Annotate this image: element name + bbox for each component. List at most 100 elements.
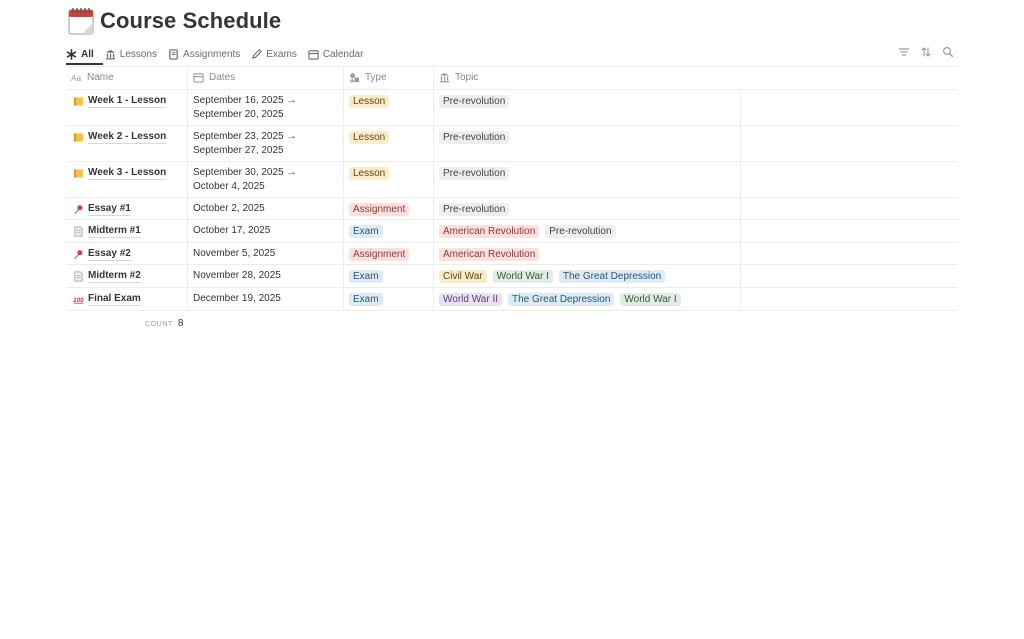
row-type[interactable]: Exam xyxy=(349,225,389,239)
tab-all[interactable]: All xyxy=(66,44,94,64)
type-tag: Lesson xyxy=(349,167,390,180)
table-row[interactable]: Midterm #1 October 17, 2025 Exam American R… xyxy=(66,220,958,243)
type-tag: Lesson xyxy=(349,131,390,144)
topic-tag: World War II xyxy=(439,293,503,306)
row-dates[interactable]: September 30, 2025 → October 4, 2025 xyxy=(193,166,296,194)
type-tag: Lesson xyxy=(349,95,390,108)
type-tag: Assignment xyxy=(349,203,410,216)
tab-lessons[interactable]: Lessons xyxy=(105,44,157,64)
topic-tag: Pre-revolution xyxy=(439,131,510,144)
column-header-topic[interactable]: Topic xyxy=(439,66,478,89)
row-dates[interactable]: September 16, 2025 → September 20, 2025 xyxy=(193,94,296,122)
row-name[interactable]: Midterm #1 xyxy=(73,225,141,238)
topic-tag: Civil War xyxy=(439,270,487,283)
topic-tag: World War I xyxy=(620,293,681,306)
column-header-name[interactable]: Aa Name xyxy=(71,66,114,89)
row-type[interactable]: Assignment xyxy=(349,203,415,217)
calendar-icon xyxy=(68,8,94,35)
page-icon xyxy=(74,226,83,237)
row-topics[interactable]: Pre-revolution xyxy=(439,95,515,109)
notebook-icon xyxy=(73,133,84,142)
row-dates[interactable]: November 28, 2025 xyxy=(193,269,281,283)
table-row[interactable]: Essay #2 November 5, 2025 Assignment Americ… xyxy=(66,243,958,265)
type-tag: Assignment xyxy=(349,248,410,261)
pencil-icon xyxy=(252,48,263,59)
row-type[interactable]: Lesson xyxy=(349,95,395,109)
svg-text:Aa: Aa xyxy=(71,74,82,83)
date-text: September 30, 2025 → xyxy=(193,167,297,178)
tab-exams[interactable]: Exams xyxy=(251,44,297,64)
date-text: December 19, 2025 xyxy=(193,293,281,304)
row-topics[interactable]: Pre-revolution xyxy=(439,167,515,181)
filter-icon[interactable] xyxy=(898,46,910,58)
notebook-icon xyxy=(73,169,84,178)
row-type[interactable]: Lesson xyxy=(349,167,395,181)
pushpin-icon xyxy=(74,205,83,214)
asterisk-icon xyxy=(66,48,77,60)
row-type[interactable]: Exam xyxy=(349,270,389,284)
topic-tag: Pre-revolution xyxy=(439,203,510,216)
row-type[interactable]: Exam xyxy=(349,293,389,307)
row-name[interactable]: Midterm #2 xyxy=(73,270,141,283)
table-row[interactable]: Week 1 - Lesson September 16, 2025 → Septe… xyxy=(66,90,958,126)
tab-assignments[interactable]: Assignments xyxy=(168,44,240,64)
calendar-icon xyxy=(193,73,204,83)
row-topics[interactable]: Pre-revolution xyxy=(439,203,515,217)
topic-tag: American Revolution xyxy=(439,225,540,238)
row-topics[interactable]: Pre-revolution xyxy=(439,131,515,145)
row-dates[interactable]: September 23, 2025 → September 27, 2025 xyxy=(193,130,296,158)
row-topics[interactable]: American Revolution Pre-revolution xyxy=(439,225,622,239)
page-title: Course Schedule xyxy=(100,8,282,33)
date-text: September 16, 2025 → xyxy=(193,95,297,106)
date-text: November 28, 2025 xyxy=(193,270,281,281)
date-text: September 23, 2025 → xyxy=(193,131,297,142)
calendar-icon xyxy=(308,49,319,60)
column-header-type[interactable]: Type xyxy=(349,66,387,89)
row-topics[interactable]: World War II The Great Depression World Wa… xyxy=(439,293,687,307)
table-row[interactable]: Week 2 - Lesson September 23, 2025 → Septe… xyxy=(66,126,958,162)
table-row[interactable]: Midterm #2 November 28, 2025 Exam Civil War… xyxy=(66,265,958,288)
table-footer-count: COUNT 8 xyxy=(145,318,183,329)
row-name[interactable]: Week 3 - Lesson xyxy=(73,167,167,180)
column-header-dates[interactable]: Dates xyxy=(193,66,235,89)
tab-label: Calendar xyxy=(322,48,364,60)
active-tab-indicator xyxy=(66,63,103,65)
date-text: November 5, 2025 xyxy=(193,248,276,259)
table-row[interactable]: Week 3 - Lesson September 30, 2025 → Octob… xyxy=(66,162,958,198)
table-row[interactable]: Essay #1 October 2, 2025 Assignment Pre-rev… xyxy=(66,198,958,220)
table-row[interactable]: 100 Final Exam December 19, 2025 Exam World … xyxy=(66,288,958,311)
tab-calendar[interactable]: Calendar xyxy=(308,44,364,64)
sort-icon[interactable] xyxy=(920,46,932,58)
shapes-icon xyxy=(349,73,360,83)
notebook-icon xyxy=(73,97,84,106)
row-topics[interactable]: Civil War World War I The Great Depression xyxy=(439,270,671,284)
date-text: September 27, 2025 xyxy=(193,145,284,156)
search-icon[interactable] xyxy=(942,46,954,58)
svg-text:100: 100 xyxy=(73,297,84,304)
date-text: September 20, 2025 xyxy=(193,109,284,120)
page-icon xyxy=(74,271,83,282)
tab-label: All xyxy=(81,48,94,60)
row-type[interactable]: Assignment xyxy=(349,248,415,262)
tab-label: Assignments xyxy=(183,48,241,60)
text-aa-icon: Aa xyxy=(71,74,82,83)
row-name[interactable]: 100 Final Exam xyxy=(73,293,141,306)
tab-label: Exams xyxy=(266,48,297,60)
row-type[interactable]: Lesson xyxy=(349,131,395,145)
view-toolbar xyxy=(898,46,954,58)
row-dates[interactable]: December 19, 2025 xyxy=(193,292,281,306)
row-dates[interactable]: October 17, 2025 xyxy=(193,224,270,238)
page-header: Course Schedule xyxy=(68,6,281,36)
type-tag: Exam xyxy=(349,225,383,238)
row-name[interactable]: Week 1 - Lesson xyxy=(73,95,167,108)
topic-tag: Pre-revolution xyxy=(439,95,510,108)
row-dates[interactable]: October 2, 2025 xyxy=(193,202,265,216)
topic-tag: The Great Depression xyxy=(508,293,615,306)
tab-label: Lessons xyxy=(119,48,158,60)
row-name[interactable]: Essay #2 xyxy=(73,248,131,261)
row-name[interactable]: Essay #1 xyxy=(73,203,131,216)
row-topics[interactable]: American Revolution xyxy=(439,248,545,262)
row-dates[interactable]: November 5, 2025 xyxy=(193,247,275,261)
row-name[interactable]: Week 2 - Lesson xyxy=(73,131,167,144)
book-icon xyxy=(169,48,178,60)
